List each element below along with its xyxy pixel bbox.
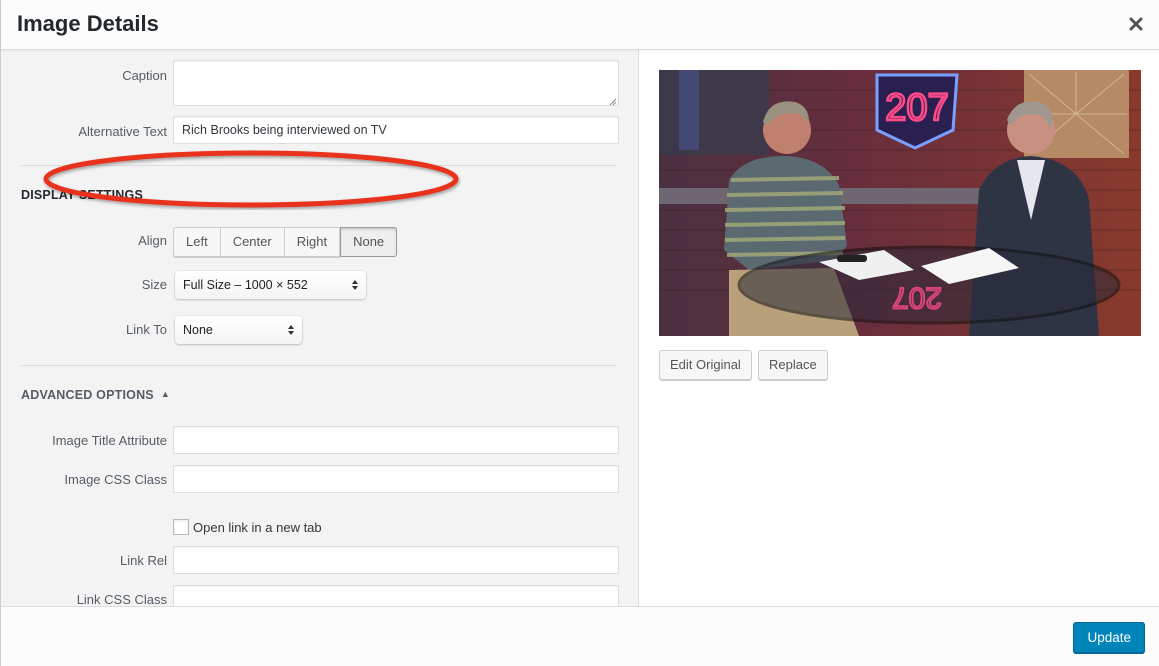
align-label: Align: [138, 233, 167, 248]
settings-panel: Caption Alternative Text DISPLAY SETTING…: [1, 50, 639, 606]
size-select-value: Full Size – 1000 × 552: [183, 278, 308, 292]
link-to-select-value: None: [183, 323, 213, 337]
modal-header: Image Details: [1, 0, 1159, 50]
display-settings-heading: DISPLAY SETTINGS: [21, 188, 143, 202]
align-none-button[interactable]: None: [340, 227, 398, 257]
size-select[interactable]: Full Size – 1000 × 552: [175, 271, 366, 299]
image-details-modal: Image Details Caption Alternative Text R…: [0, 0, 1159, 666]
resize-grip-icon[interactable]: [609, 98, 617, 106]
modal-title: Image Details: [17, 11, 159, 36]
align-right-button[interactable]: Right: [284, 227, 341, 257]
alt-text-label: Alternative Text: [78, 124, 167, 139]
update-button[interactable]: Update: [1073, 622, 1145, 653]
image-title-label: Image Title Attribute: [52, 433, 167, 448]
link-css-class-input[interactable]: [173, 585, 619, 606]
svg-text:207: 207: [892, 281, 942, 314]
select-arrows-icon: [288, 325, 294, 335]
image-preview: 207 207: [659, 70, 1141, 336]
svg-text:207: 207: [885, 87, 948, 129]
divider: [21, 165, 617, 166]
image-title-input[interactable]: [173, 426, 619, 454]
select-arrows-icon: [352, 280, 358, 290]
link-to-select[interactable]: None: [175, 316, 302, 344]
caption-textarea[interactable]: [173, 60, 619, 106]
link-rel-input[interactable]: [173, 546, 619, 574]
tv-interview-photo: 207 207: [659, 70, 1141, 336]
open-new-tab-label[interactable]: Open link in a new tab: [193, 520, 322, 535]
alt-text-input[interactable]: [173, 116, 619, 144]
preview-panel: 207 207 Edit Original Replace: [639, 50, 1159, 606]
divider: [21, 365, 617, 366]
replace-button[interactable]: Replace: [758, 350, 828, 380]
link-css-class-label: Link CSS Class: [76, 592, 167, 606]
edit-original-button[interactable]: Edit Original: [659, 350, 752, 380]
link-to-label: Link To: [126, 322, 167, 337]
align-button-group: Left Center Right None: [173, 227, 398, 257]
modal-footer: Update: [1, 606, 1159, 666]
caption-label: Caption: [122, 68, 167, 83]
link-rel-label: Link Rel: [120, 553, 167, 568]
close-x-icon: [1129, 17, 1143, 31]
triangle-up-icon: ▲: [160, 389, 170, 399]
align-left-button[interactable]: Left: [173, 227, 221, 257]
image-css-class-label: Image CSS Class: [64, 472, 167, 487]
close-button[interactable]: [1126, 14, 1146, 34]
size-label: Size: [141, 277, 167, 292]
align-center-button[interactable]: Center: [220, 227, 285, 257]
open-new-tab-checkbox[interactable]: [173, 519, 189, 535]
image-css-class-input[interactable]: [173, 465, 619, 493]
advanced-options-heading: ADVANCED OPTIONS: [21, 388, 154, 402]
advanced-options-toggle[interactable]: ADVANCED OPTIONS ▲: [21, 388, 170, 402]
